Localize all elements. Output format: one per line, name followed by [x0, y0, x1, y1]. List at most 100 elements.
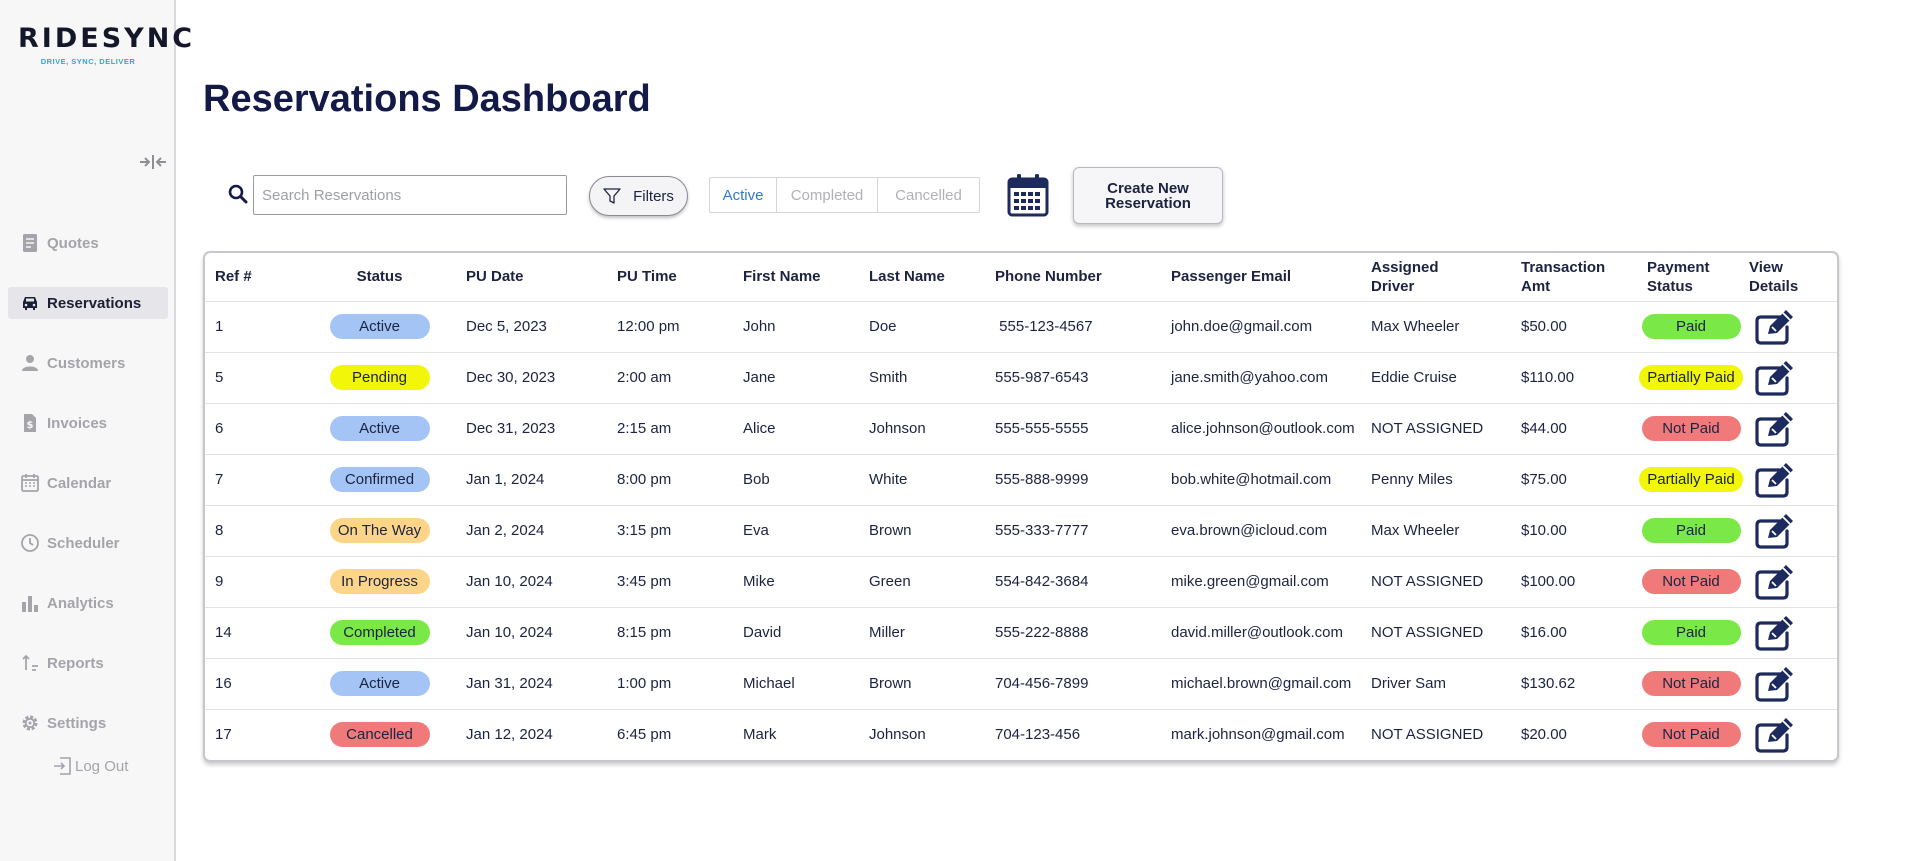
filters-button[interactable]: Filters: [589, 176, 688, 216]
column-header-status[interactable]: Status: [303, 253, 456, 301]
sidebar-item-label: Quotes: [47, 234, 99, 252]
collapse-sidebar-icon[interactable]: [138, 150, 168, 174]
cell-driver: Eddie Cruise: [1361, 351, 1511, 403]
search-icon[interactable]: [228, 184, 248, 204]
column-header-payment-status[interactable]: Payment Status: [1637, 253, 1745, 301]
clock-icon: [21, 534, 39, 552]
payment-badge: Not Paid: [1641, 569, 1741, 594]
cell-pu-time: 8:00 pm: [607, 453, 733, 505]
cell-ref: 14: [205, 606, 303, 658]
cell-pu-time: 8:15 pm: [607, 606, 733, 658]
cell-view-details: [1745, 504, 1837, 556]
column-header-pu-date[interactable]: PU Date: [456, 253, 607, 301]
calendar-icon[interactable]: [1007, 173, 1049, 217]
edit-icon[interactable]: [1753, 564, 1795, 600]
table-row[interactable]: 14 Completed Jan 10, 2024 8:15 pm David Mille…: [205, 606, 1837, 658]
column-header-phone[interactable]: Phone Number: [985, 253, 1161, 301]
sidebar-item-reports[interactable]: Reports: [8, 647, 168, 679]
payment-badge: Paid: [1641, 620, 1741, 645]
sidebar-item-quotes[interactable]: Quotes: [8, 227, 168, 259]
status-badge: Active: [329, 671, 430, 696]
column-header-pu-time[interactable]: PU Time: [607, 253, 733, 301]
cell-email: alice.johnson@outlook.com: [1161, 402, 1361, 454]
edit-icon[interactable]: [1753, 462, 1795, 498]
cell-amount: $50.00: [1511, 300, 1637, 352]
edit-icon[interactable]: [1753, 411, 1795, 447]
cell-last-name: Doe: [859, 300, 985, 352]
status-badge: Pending: [329, 365, 430, 390]
cell-view-details: [1745, 453, 1837, 505]
payment-badge: Not Paid: [1641, 671, 1741, 696]
cell-last-name: Johnson: [859, 402, 985, 454]
sidebar-item-scheduler[interactable]: Scheduler: [8, 527, 168, 559]
cell-ref: 9: [205, 555, 303, 607]
cell-email: mark.johnson@gmail.com: [1161, 708, 1361, 760]
logout-button[interactable]: Log Out: [52, 756, 128, 776]
cell-pu-date: Dec 30, 2023: [456, 351, 607, 403]
invoice-icon: $: [24, 414, 36, 432]
create-reservation-button[interactable]: Create New Reservation: [1073, 167, 1223, 224]
cell-driver: NOT ASSIGNED: [1361, 606, 1511, 658]
table-row[interactable]: 8 On The Way Jan 2, 2024 3:15 pm Eva Brown 555…: [205, 504, 1837, 556]
table-body: 1 Active Dec 5, 2023 12:00 pm John Doe 555-12…: [205, 300, 1837, 760]
edit-icon[interactable]: [1753, 717, 1795, 753]
bar-chart-icon: [22, 596, 38, 612]
column-header-amount[interactable]: Transaction Amt: [1511, 253, 1637, 301]
table-header-row: Ref # Status PU Date PU Time First Name …: [205, 253, 1837, 301]
sidebar-item-settings[interactable]: Settings: [8, 707, 168, 739]
table-row[interactable]: 9 In Progress Jan 10, 2024 3:45 pm Mike Green…: [205, 555, 1837, 607]
sidebar-item-label: Scheduler: [47, 534, 120, 552]
column-header-first-name[interactable]: First Name: [733, 253, 859, 301]
table-row[interactable]: 6 Active Dec 31, 2023 2:15 am Alice Johnson 55…: [205, 402, 1837, 454]
edit-icon[interactable]: [1753, 513, 1795, 549]
sidebar-item-customers[interactable]: Customers: [8, 347, 168, 379]
filter-icon: [603, 188, 621, 204]
svg-text:$: $: [27, 420, 34, 431]
cell-email: mike.green@gmail.com: [1161, 555, 1361, 607]
cell-status: In Progress: [303, 555, 456, 607]
sidebar-item-reservations[interactable]: Reservations: [8, 287, 168, 319]
brand-logo[interactable]: RIDESYNC DRIVE, SYNC, DELIVER: [18, 24, 192, 67]
column-header-ref[interactable]: Ref #: [205, 253, 303, 301]
search-input[interactable]: [253, 175, 567, 215]
cell-email: michael.brown@gmail.com: [1161, 657, 1361, 709]
cell-phone: 555-555-5555: [985, 402, 1161, 454]
column-header-last-name[interactable]: Last Name: [859, 253, 985, 301]
edit-icon[interactable]: [1753, 666, 1795, 702]
sidebar: RIDESYNC DRIVE, SYNC, DELIVER Quotes Res…: [0, 0, 192, 861]
cell-phone: 555-987-6543: [985, 351, 1161, 403]
cell-phone: 555-222-8888: [985, 606, 1161, 658]
column-header-email[interactable]: Passenger Email: [1161, 253, 1361, 301]
sidebar-item-analytics[interactable]: Analytics: [8, 587, 168, 619]
cell-payment-status: Partially Paid: [1637, 453, 1745, 505]
payment-badge: Partially Paid: [1639, 365, 1743, 390]
cell-email: bob.white@hotmail.com: [1161, 453, 1361, 505]
cell-payment-status: Not Paid: [1637, 708, 1745, 760]
tab-cancelled[interactable]: Cancelled: [878, 178, 979, 212]
cell-payment-status: Paid: [1637, 606, 1745, 658]
cell-last-name: White: [859, 453, 985, 505]
table-row[interactable]: 17 Cancelled Jan 12, 2024 6:45 pm Mark Johnso…: [205, 708, 1837, 760]
payment-badge: Not Paid: [1641, 722, 1741, 748]
cell-last-name: Brown: [859, 657, 985, 709]
table-row[interactable]: 1 Active Dec 5, 2023 12:00 pm John Doe 555-12…: [205, 300, 1837, 352]
table-row[interactable]: 7 Confirmed Jan 1, 2024 8:00 pm Bob White 555-…: [205, 453, 1837, 505]
tab-completed[interactable]: Completed: [777, 178, 878, 212]
cell-email: david.miller@outlook.com: [1161, 606, 1361, 658]
logo-tagline: DRIVE, SYNC, DELIVER: [40, 57, 136, 66]
cell-first-name: Mike: [733, 555, 859, 607]
status-badge: In Progress: [329, 569, 430, 594]
cell-first-name: Mark: [733, 708, 859, 760]
table-row[interactable]: 16 Active Jan 31, 2024 1:00 pm Michael Brown 7…: [205, 657, 1837, 709]
sidebar-item-calendar[interactable]: Calendar: [8, 467, 168, 499]
edit-icon[interactable]: [1753, 615, 1795, 651]
table-row[interactable]: 5 Pending Dec 30, 2023 2:00 am Jane Smith 555-…: [205, 351, 1837, 403]
edit-icon[interactable]: [1753, 309, 1795, 345]
sidebar-item-invoices[interactable]: $ Invoices: [8, 407, 168, 439]
tab-active[interactable]: Active: [710, 178, 777, 212]
edit-icon[interactable]: [1753, 360, 1795, 396]
cell-driver: Max Wheeler: [1361, 504, 1511, 556]
column-header-driver[interactable]: Assigned Driver: [1361, 253, 1511, 301]
cell-ref: 5: [205, 351, 303, 403]
cell-status: Completed: [303, 606, 456, 658]
